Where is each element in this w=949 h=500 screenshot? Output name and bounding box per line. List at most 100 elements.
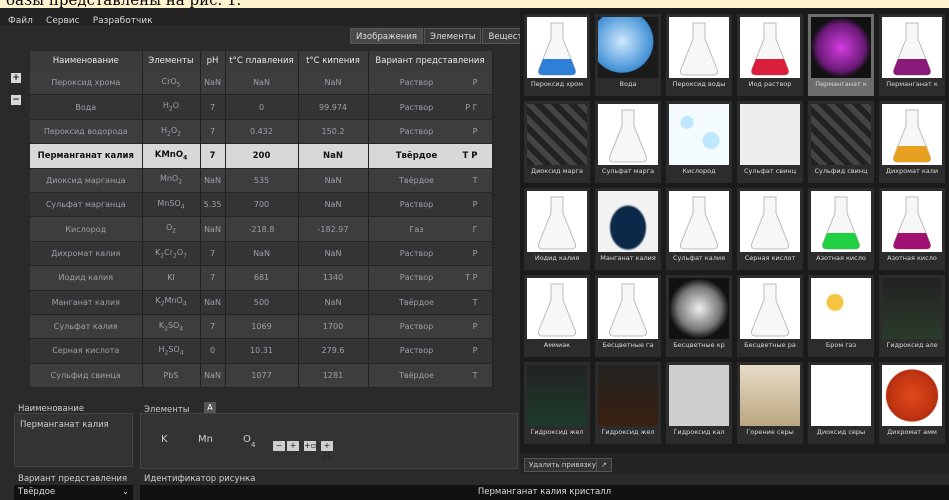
table-row[interactable]: Сульфат калия K2SO4 7 1069 1700 Раствор Р (30, 314, 493, 340)
cell-boiling: NaN (298, 71, 369, 96)
image-id-field[interactable]: Перманганат калия кристалл (140, 485, 949, 500)
add-bracket-button[interactable]: +[] (321, 441, 333, 460)
gallery-thumbnail (669, 278, 729, 339)
menu-developer[interactable]: Разработчик (93, 12, 153, 30)
table-row[interactable]: Сульфат марганца MnSO4 5.35 700 NaN Раствор Р (30, 192, 493, 218)
gallery-item[interactable]: Пероксид хром (524, 14, 590, 96)
gallery-item[interactable]: Дихромат амм (879, 362, 945, 444)
cell-elements: K2MnO4 (142, 290, 201, 315)
col-boiling[interactable]: t°С кипения (298, 51, 369, 71)
table-row[interactable]: Кислород O2 NaN -218.8 -182.97 Газ Г (30, 216, 493, 242)
gallery-item[interactable]: Сульфат свинц (737, 101, 803, 183)
cell-ph: 0 (200, 338, 226, 364)
gallery-item[interactable]: Манганат калия (595, 188, 661, 270)
table-row[interactable]: Вода H2O 7 0 99.974 Раствор Р Г (30, 94, 493, 120)
unbind-button[interactable]: Удалить привязку (524, 458, 601, 472)
table-row[interactable]: Перманганат калия KMnO4 7 200 NaN Твёрдое Т Р (30, 143, 493, 169)
gallery-thumbnail (527, 17, 587, 78)
table-row[interactable]: Дихромат калия K2Cr2O7 7 NaN NaN Раствор Р (30, 241, 493, 267)
gallery-item[interactable]: Пероксид воды (666, 14, 732, 96)
gallery-item[interactable]: Азотная кисло (808, 188, 874, 270)
gallery-item[interactable]: Гидроксид жел (595, 362, 661, 444)
col-ph[interactable]: pH (200, 51, 226, 71)
gallery-item[interactable]: Бесцветные кр (666, 275, 732, 357)
gallery-caption: Сульфат свинц (743, 167, 797, 175)
gallery-item[interactable]: Серная кислот (737, 188, 803, 270)
gallery-caption: Манганат калия (600, 254, 656, 262)
col-melting[interactable]: t°С плавления (225, 51, 299, 71)
cell-repr-value: Газ (409, 224, 424, 234)
cell-repr-value: Твёрдое (399, 297, 434, 307)
table-row[interactable]: Диоксид марганца MnO2 NaN 535 NaN Твёрдое Т (30, 168, 493, 193)
cell-visibility: Т (472, 297, 478, 307)
cell-ph: 7 (200, 119, 226, 145)
cell-melting: 1077 (225, 363, 299, 389)
menu-service[interactable]: Сервис (46, 12, 80, 30)
gallery-item[interactable]: Азотная кисло (879, 188, 945, 270)
gallery-item[interactable]: Бром газ (808, 275, 874, 357)
gallery-item[interactable]: Иод раствор (737, 14, 803, 96)
gallery-item[interactable]: Гидроксид жел (524, 362, 590, 444)
cell-repr-value: Раствор (399, 126, 434, 136)
gallery-caption: Пероксид хром (530, 80, 584, 88)
open-external-icon[interactable]: ↗ (596, 458, 612, 472)
element-token-k[interactable]: K (161, 434, 168, 445)
menu-file[interactable]: Файл (8, 12, 33, 30)
gallery-item[interactable]: Диоксид марга (524, 101, 590, 183)
cell-ph: 5.35 (200, 192, 226, 218)
col-elements[interactable]: Элементы (142, 51, 201, 71)
gallery-item[interactable]: Аммиак (524, 275, 590, 357)
gallery-item[interactable]: Диоксид серы (808, 362, 874, 444)
table-row[interactable]: Сульфид свинца PbS NaN 1077 1281 Твёрдое Т (30, 363, 493, 389)
cell-repr-value: Твёрдое (395, 150, 438, 161)
add-element-button[interactable]: + (287, 441, 299, 451)
elements-tag[interactable]: A (204, 402, 216, 413)
cell-boiling: NaN (298, 143, 369, 169)
table-row[interactable]: Манганат калия K2MnO4 NaN 500 NaN Твёрдое Т (30, 290, 493, 315)
gallery-item[interactable]: Бесцветные га (595, 275, 661, 357)
gallery-item[interactable]: Сульфат калия (666, 188, 732, 270)
gallery-item[interactable]: Гидроксид але (879, 275, 945, 357)
cell-ph: NaN (200, 290, 226, 315)
table-row[interactable]: Серная кислота H2SO4 0 10.31 279.6 Раствор Р (30, 338, 493, 364)
col-representation[interactable]: Вариант представления (368, 51, 493, 71)
delete-element-button[interactable]: − (273, 441, 285, 451)
gallery-item[interactable]: Бесцветные ра (737, 275, 803, 357)
cell-visibility: Т (472, 175, 478, 185)
gallery-item[interactable]: Иодид калия (524, 188, 590, 270)
cell-melting: -218.8 (225, 216, 299, 242)
remove-row-button[interactable]: − (11, 95, 21, 105)
repr-select[interactable]: Твёрдое ⌄ (14, 485, 133, 500)
tab-images[interactable]: Изображения (350, 28, 424, 44)
gallery-item[interactable]: Сульфат марга (595, 101, 661, 183)
cell-elements: K2SO4 (142, 314, 201, 340)
element-token-o[interactable]: O (243, 434, 251, 445)
name-panel[interactable]: Перманганат калия (14, 413, 133, 467)
add-row-button[interactable]: + (11, 73, 21, 83)
gallery-item[interactable]: Перманганат к (808, 14, 874, 96)
cell-name: Диоксид марганца (30, 168, 143, 193)
gallery-item[interactable]: Дихромат кали (879, 101, 945, 183)
table-row[interactable]: Пероксид водорода H2O2 7 0.432 150.2 Раствор Р (30, 119, 493, 145)
tab-elements[interactable]: Элементы (424, 28, 482, 44)
gallery-caption: Сульфат марга (601, 167, 655, 175)
gallery-item[interactable]: Сульфид свинц (808, 101, 874, 183)
table-row[interactable]: Иодид калия KI 7 681 1340 Раствор Т Р (30, 265, 493, 291)
table-row[interactable]: Пероксид хрома CrO5 NaN NaN NaN Раствор Р (30, 71, 493, 96)
gallery-thumbnail (669, 191, 729, 252)
cell-representation: Раствор Р (368, 192, 493, 218)
gallery-thumbnail (598, 365, 658, 426)
col-name[interactable]: Наименование (30, 51, 143, 71)
cell-visibility: Г (472, 224, 478, 234)
cell-visibility: Р (472, 248, 478, 258)
gallery-item[interactable]: Кислород (666, 101, 732, 183)
gallery-item[interactable]: Вода (595, 14, 661, 96)
gallery-item[interactable]: Перманганат к (879, 14, 945, 96)
gallery-item[interactable]: Гидроксид кал (666, 362, 732, 444)
cell-repr-value: Раствор (399, 273, 434, 283)
element-token-mn[interactable]: Mn (198, 434, 213, 445)
cell-visibility: Р (472, 126, 478, 136)
add-index-button[interactable]: +▫ (304, 441, 316, 451)
gallery-item[interactable]: Горение серы (737, 362, 803, 444)
cell-boiling: 1340 (298, 265, 369, 291)
